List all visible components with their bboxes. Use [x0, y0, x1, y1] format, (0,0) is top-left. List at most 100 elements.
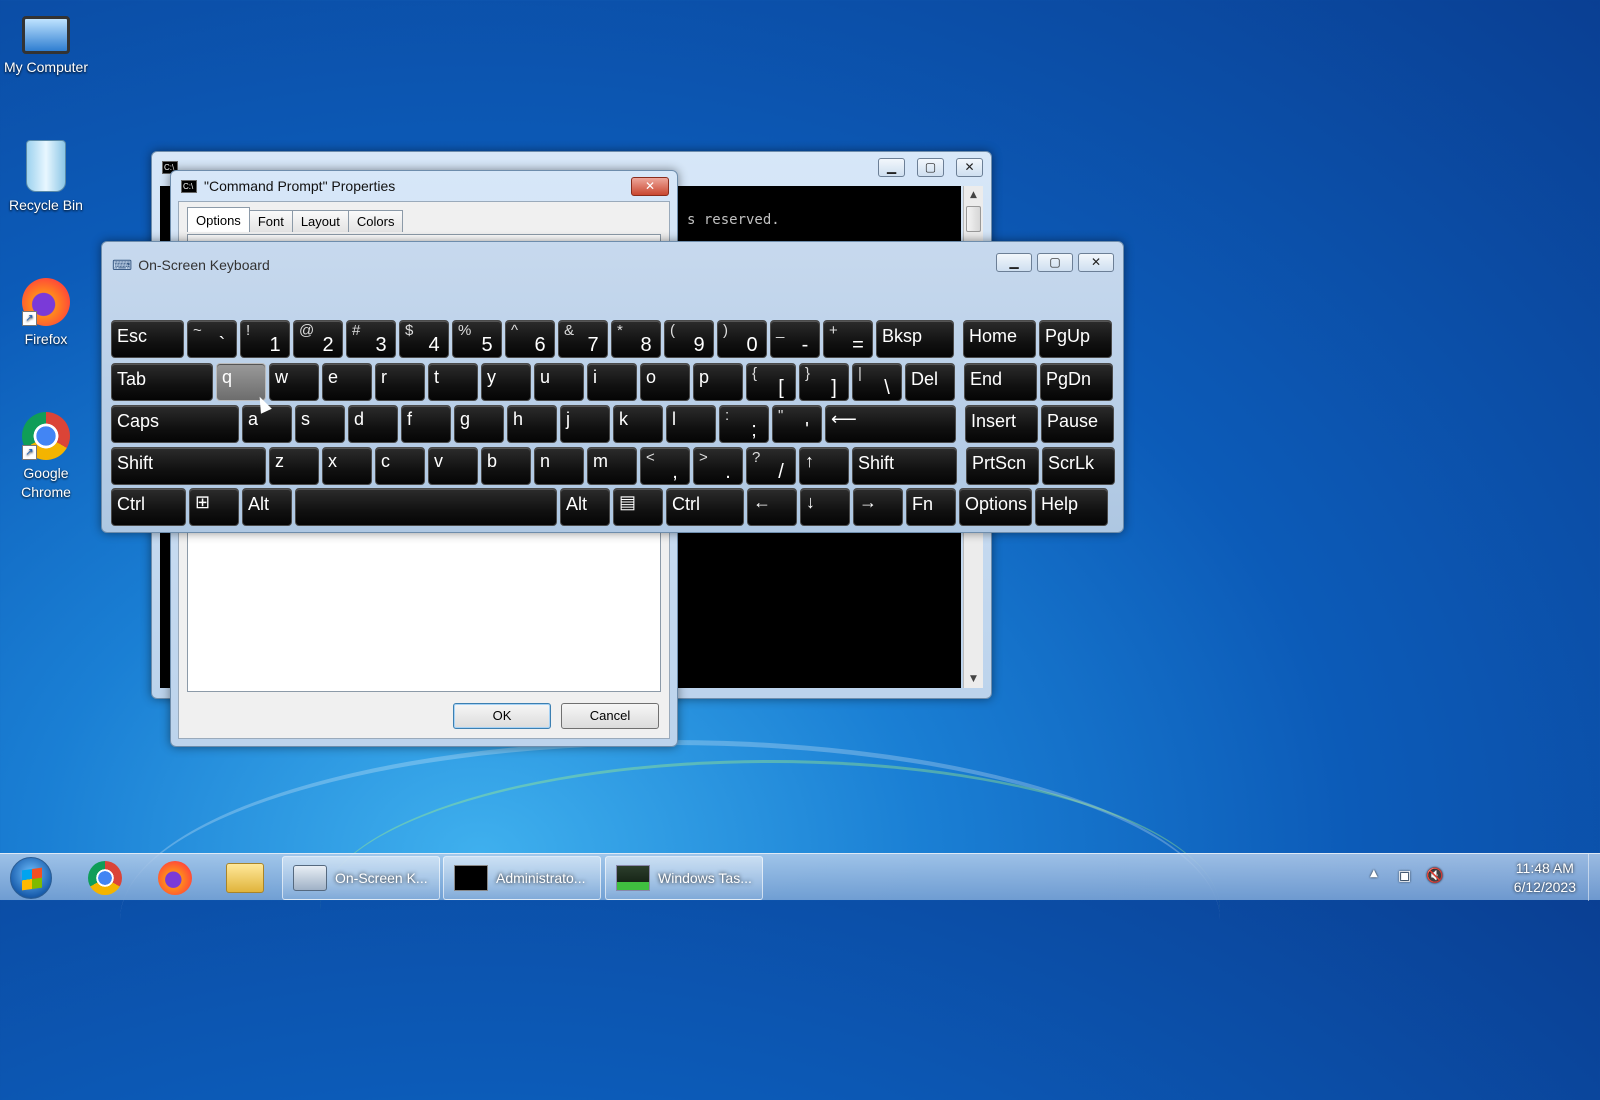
tab-layout[interactable]: Layout: [291, 210, 349, 232]
key-options[interactable]: Options: [959, 488, 1032, 526]
osk-titlebar[interactable]: ⌨ On-Screen Keyboard: [102, 242, 1123, 282]
key-end[interactable]: End: [964, 363, 1037, 401]
tab-colors[interactable]: Colors: [347, 210, 404, 232]
show-hidden-icons-icon[interactable]: ▲: [1370, 868, 1378, 879]
key-1[interactable]: ! 1: [240, 320, 290, 358]
scroll-up-icon[interactable]: ▲: [964, 186, 983, 204]
key-y[interactable]: y: [481, 363, 531, 401]
key-h[interactable]: h: [507, 405, 557, 443]
key-l[interactable]: l: [666, 405, 716, 443]
key-pgdn[interactable]: PgDn: [1040, 363, 1113, 401]
key-[interactable]: >.: [693, 447, 743, 485]
key-[interactable]: ? /: [746, 447, 796, 485]
network-icon[interactable]: ▣: [1398, 868, 1411, 884]
cancel-button[interactable]: Cancel: [561, 703, 659, 729]
desktop-icon-firefox[interactable]: ↗ Firefox: [0, 278, 92, 349]
key-[interactable]: | \: [852, 363, 902, 401]
key-esc[interactable]: Esc: [111, 320, 184, 358]
key-[interactable]: " ': [772, 405, 822, 443]
maximize-button[interactable]: ▢: [917, 158, 944, 177]
key-pause[interactable]: Pause: [1041, 405, 1114, 443]
key-alt[interactable]: Alt: [560, 488, 610, 526]
key-s[interactable]: s: [295, 405, 345, 443]
key-b[interactable]: b: [481, 447, 531, 485]
key-caps[interactable]: Caps: [111, 405, 239, 443]
properties-titlebar[interactable]: C:\ "Command Prompt" Properties: [171, 171, 677, 201]
key-tab[interactable]: Tab: [111, 363, 213, 401]
key-j[interactable]: j: [560, 405, 610, 443]
key-scrlk[interactable]: ScrLk: [1042, 447, 1115, 485]
key-alt[interactable]: Alt: [242, 488, 292, 526]
close-button[interactable]: ✕: [631, 177, 669, 196]
key-[interactable]: ⊞: [189, 488, 239, 526]
key-help[interactable]: Help: [1035, 488, 1108, 526]
clock[interactable]: 11:48 AM 6/12/2023: [1514, 859, 1576, 897]
taskbar-firefox[interactable]: [148, 859, 202, 897]
key-[interactable]: ⟵: [825, 405, 956, 443]
key-pgup[interactable]: PgUp: [1039, 320, 1112, 358]
key-q[interactable]: q: [216, 363, 266, 401]
scroll-down-icon[interactable]: ▼: [964, 670, 983, 688]
taskbar-chrome[interactable]: [78, 859, 132, 897]
minimize-button[interactable]: ▁: [878, 158, 905, 177]
desktop-icon-google-chrome[interactable]: ↗ Google Chrome: [0, 412, 92, 502]
scroll-thumb[interactable]: [966, 206, 981, 232]
key-m[interactable]: m: [587, 447, 637, 485]
key-5[interactable]: % 5: [452, 320, 502, 358]
key-shift[interactable]: Shift: [852, 447, 957, 485]
key-7[interactable]: & 7: [558, 320, 608, 358]
key-fn[interactable]: Fn: [906, 488, 956, 526]
key-r[interactable]: r: [375, 363, 425, 401]
key-n[interactable]: n: [534, 447, 584, 485]
key-2[interactable]: @2: [293, 320, 343, 358]
key-9[interactable]: (9: [664, 320, 714, 358]
key-3[interactable]: #3: [346, 320, 396, 358]
key-v[interactable]: v: [428, 447, 478, 485]
volume-muted-icon[interactable]: 🔇: [1426, 868, 1443, 884]
key-4[interactable]: $4: [399, 320, 449, 358]
key-[interactable]: →: [853, 488, 903, 526]
key-i[interactable]: i: [587, 363, 637, 401]
show-desktop-button[interactable]: [1588, 854, 1600, 901]
taskbar-task-task-manager[interactable]: Windows Tas...: [605, 856, 763, 900]
key-o[interactable]: o: [640, 363, 690, 401]
key-x[interactable]: x: [322, 447, 372, 485]
key-space[interactable]: [295, 488, 557, 526]
key-t[interactable]: t: [428, 363, 478, 401]
key-w[interactable]: w: [269, 363, 319, 401]
on-screen-keyboard-window[interactable]: ⌨ On-Screen Keyboard ▁ ▢ ✕ Esc ~ `! 1 @2 #3 $4…: [101, 241, 1124, 533]
maximize-button[interactable]: ▢: [1037, 253, 1073, 272]
start-button[interactable]: [10, 857, 52, 899]
key-0[interactable]: ) 0: [717, 320, 767, 358]
desktop-icon-recycle-bin[interactable]: Recycle Bin: [0, 140, 92, 215]
key-[interactable]: <,: [640, 447, 690, 485]
key-6[interactable]: ^ 6: [505, 320, 555, 358]
key-ctrl[interactable]: Ctrl: [111, 488, 186, 526]
desktop-icon-my-computer[interactable]: My Computer: [0, 16, 92, 77]
close-button[interactable]: ✕: [956, 158, 983, 177]
taskbar-explorer[interactable]: [218, 859, 272, 897]
taskbar-task-cmd[interactable]: Administrato...: [443, 856, 601, 900]
key-prtscn[interactable]: PrtScn: [966, 447, 1039, 485]
key-g[interactable]: g: [454, 405, 504, 443]
key-k[interactable]: k: [613, 405, 663, 443]
tab-font[interactable]: Font: [248, 210, 293, 232]
key-[interactable]: ←: [747, 488, 797, 526]
tab-options[interactable]: Options: [187, 207, 250, 232]
key-del[interactable]: Del: [905, 363, 955, 401]
key-e[interactable]: e: [322, 363, 372, 401]
key-[interactable]: ~ `: [187, 320, 237, 358]
key-d[interactable]: d: [348, 405, 398, 443]
taskbar-task-osk[interactable]: On-Screen K...: [282, 856, 440, 900]
key-ctrl[interactable]: Ctrl: [666, 488, 744, 526]
key-bksp[interactable]: Bksp: [876, 320, 954, 358]
key-[interactable]: _ -: [770, 320, 820, 358]
key-f[interactable]: f: [401, 405, 451, 443]
key-c[interactable]: c: [375, 447, 425, 485]
key-[interactable]: + =: [823, 320, 873, 358]
key-8[interactable]: * 8: [611, 320, 661, 358]
close-button[interactable]: ✕: [1078, 253, 1114, 272]
key-z[interactable]: z: [269, 447, 319, 485]
key-[interactable]: :;: [719, 405, 769, 443]
key-home[interactable]: Home: [963, 320, 1036, 358]
